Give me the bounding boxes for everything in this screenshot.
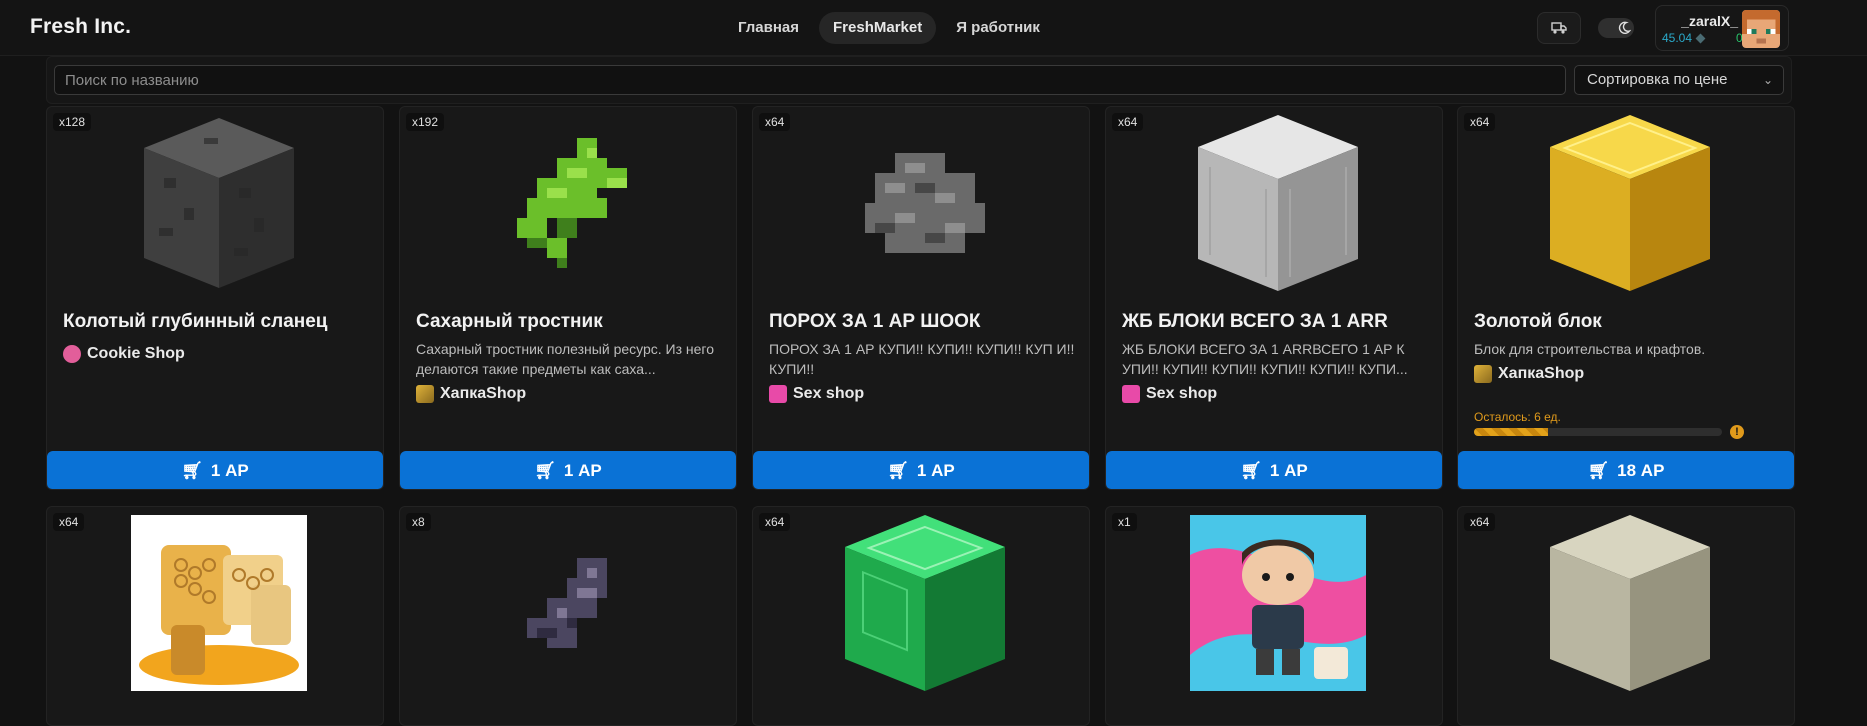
quantity-badge: x192 xyxy=(406,113,445,131)
quantity-badge: x64 xyxy=(759,513,791,531)
price-label: 18 АР xyxy=(1617,461,1665,480)
warning-icon: ! xyxy=(1730,425,1744,439)
buy-button[interactable]: 🛒︎ 18 АР xyxy=(1458,451,1794,489)
sort-select[interactable]: Сортировка по цене ⌄ xyxy=(1574,65,1784,95)
quantity-badge: x128 xyxy=(53,113,92,131)
stock-remaining-label: Осталось: 6 ед. xyxy=(1474,410,1561,424)
product-description: ЖБ БЛОКИ ВСЕГО ЗА 1 ARRВСЕГО 1 АР К УПИ!… xyxy=(1122,341,1408,377)
shop-link[interactable]: Cookie Shop xyxy=(63,345,185,363)
nav-item-home[interactable]: Главная xyxy=(724,12,813,44)
theme-toggle[interactable] xyxy=(1597,12,1635,44)
product-title: Сахарный тростник xyxy=(416,311,603,332)
honeycomb-image xyxy=(131,515,307,691)
main-nav: Главная FreshMarket Я работник xyxy=(724,12,1054,44)
shop-link[interactable]: ХапкаShop xyxy=(416,385,526,403)
shop-name: Cookie Shop xyxy=(87,345,185,362)
buy-button[interactable]: 🛒︎ 1 АР xyxy=(753,451,1089,489)
shop-name: ХапкаShop xyxy=(1498,365,1585,382)
product-card[interactable]: x64 xyxy=(752,506,1090,726)
product-card[interactable]: x192 Сахарный тростник Сахарный тростник… xyxy=(399,106,737,490)
nav-item-freshmarket[interactable]: FreshMarket xyxy=(819,12,937,44)
item-image xyxy=(484,515,660,691)
product-card[interactable]: x8 xyxy=(399,506,737,726)
product-title: Колотый глубинный сланец xyxy=(63,311,328,332)
shop-name: ХапкаShop xyxy=(440,385,527,402)
quantity-badge: x64 xyxy=(1464,513,1496,531)
quantity-badge: x64 xyxy=(759,113,791,131)
iron-block-image xyxy=(1190,115,1366,291)
shop-link[interactable]: ХапкаShop xyxy=(1474,365,1584,383)
product-card[interactable]: x128 Колотый глубинный сланец Cookie Sho… xyxy=(46,106,384,490)
chevron-down-icon: ⌄ xyxy=(1762,73,1773,87)
truck-icon xyxy=(1551,22,1567,34)
quantity-badge: x64 xyxy=(1464,113,1496,131)
price-label: 1 АР xyxy=(210,461,249,480)
quantity-badge: x64 xyxy=(53,513,85,531)
cart-icon: 🛒︎ xyxy=(1587,461,1610,480)
shop-logo-icon xyxy=(1474,365,1492,383)
gold-block-image xyxy=(1542,115,1718,291)
product-card[interactable]: x64 xyxy=(1457,506,1795,726)
product-card[interactable]: x64 xyxy=(46,506,384,726)
product-card[interactable]: x64 ПОРОХ ЗА 1 АР ШООК ПОРОХ ЗА 1 АР КУП… xyxy=(752,106,1090,490)
product-title: ПОРОХ ЗА 1 АР ШООК xyxy=(769,311,981,332)
product-description: ПОРОХ ЗА 1 АР КУПИ!! КУПИ!! КУПИ!! КУП И… xyxy=(769,341,1075,377)
nav-item-worker[interactable]: Я работник xyxy=(942,12,1054,44)
buy-button[interactable]: 🛒︎ 1 АР xyxy=(400,451,736,489)
deepslate-image xyxy=(131,115,307,291)
delivery-button[interactable] xyxy=(1537,12,1581,44)
quantity-badge: x1 xyxy=(1112,513,1137,531)
shop-name: Sex shop xyxy=(1146,385,1218,402)
price-label: 1 АР xyxy=(1269,461,1308,480)
price-label: 1 АР xyxy=(916,461,955,480)
emerald-block-image xyxy=(837,515,1013,691)
username: _zaralX_ xyxy=(1681,13,1738,29)
shop-logo-icon xyxy=(1122,385,1140,403)
avatar xyxy=(1742,10,1780,48)
product-description: Сахарный тростник полезный ресурс. Из не… xyxy=(416,341,715,377)
cart-icon: 🛒︎ xyxy=(887,461,909,480)
cart-icon: 🛒︎ xyxy=(1240,461,1262,480)
sugar-cane-image xyxy=(484,115,660,291)
user-profile[interactable]: _zaralX_ 45.04 0 ✳ xyxy=(1655,5,1789,51)
top-header: Fresh Inc. Главная FreshMarket Я работни… xyxy=(0,0,1867,56)
stone-block-image xyxy=(1542,515,1718,691)
product-card[interactable]: x1 xyxy=(1105,506,1443,726)
buy-button[interactable]: 🛒︎ 1 АР xyxy=(47,451,383,489)
funko-pop-image xyxy=(1190,515,1366,691)
price-label: 1 АР xyxy=(563,461,602,480)
cart-icon: 🛒︎ xyxy=(181,461,203,480)
product-title: Золотой блок xyxy=(1474,311,1602,332)
product-card[interactable]: x64 ЖБ БЛОКИ ВСЕГО ЗА 1 ARR ЖБ БЛОКИ ВСЕ… xyxy=(1105,106,1443,490)
stock-progress-bar xyxy=(1474,428,1722,436)
diamond-icon xyxy=(1695,33,1706,44)
cart-icon: 🛒︎ xyxy=(534,461,556,480)
cookie-icon xyxy=(63,345,81,363)
ar-balance: 45.04 xyxy=(1662,31,1706,45)
shop-logo-icon xyxy=(416,385,434,403)
buy-button[interactable]: 🛒︎ 1 АР xyxy=(1106,451,1442,489)
stock-progress-fill xyxy=(1474,428,1549,436)
search-input[interactable] xyxy=(54,65,1566,95)
product-description: Блок для строительства и крафтов. xyxy=(1474,341,1706,357)
quantity-badge: x64 xyxy=(1112,113,1144,131)
brand-logo[interactable]: Fresh Inc. xyxy=(30,15,131,39)
product-title: ЖБ БЛОКИ ВСЕГО ЗА 1 ARR xyxy=(1122,311,1388,332)
moon-icon xyxy=(1616,20,1632,36)
gunpowder-image xyxy=(837,115,1013,291)
product-card[interactable]: x64 Золотой блок Блок для строительства … xyxy=(1457,106,1795,490)
shop-name: Sex shop xyxy=(793,385,865,402)
shop-logo-icon xyxy=(769,385,787,403)
shop-link[interactable]: Sex shop xyxy=(769,385,864,403)
sort-label: Сортировка по цене xyxy=(1587,71,1728,88)
shop-link[interactable]: Sex shop xyxy=(1122,385,1217,403)
quantity-badge: x8 xyxy=(406,513,431,531)
